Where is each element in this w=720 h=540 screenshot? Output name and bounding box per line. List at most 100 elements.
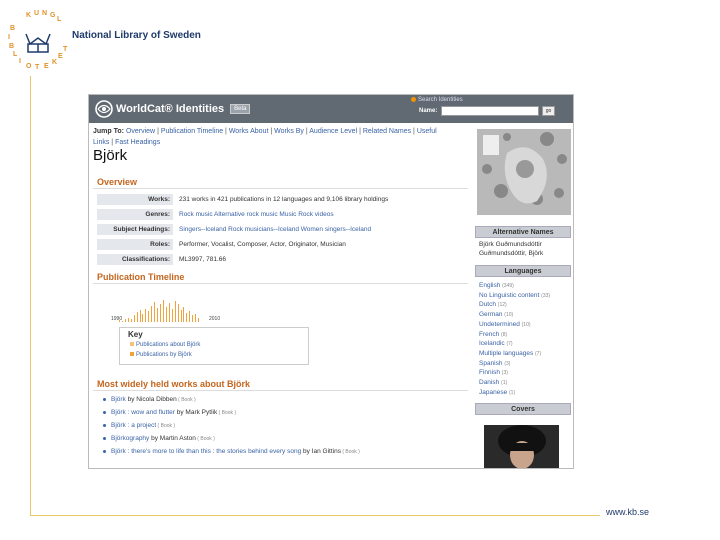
key-label-by: Publications by Björk <box>136 352 192 358</box>
work-title-link[interactable]: Björk : wow and flutter <box>111 409 175 416</box>
key-title: Key <box>128 330 143 339</box>
timeline-bar <box>148 311 150 322</box>
language-item[interactable]: Finnish (3) <box>479 369 508 376</box>
worldcat-title: WorldCat® Identities <box>116 103 225 115</box>
worldcat-logo[interactable]: WorldCat® Identities Beta <box>95 100 251 118</box>
alt-name-item: Björk Guðmundsdóttir <box>479 241 542 248</box>
svg-text:N: N <box>42 10 47 17</box>
timeline-bar <box>136 312 138 322</box>
cover-image[interactable] <box>484 425 559 469</box>
language-name: No Linguistic content <box>479 291 540 299</box>
jump-link-timeline[interactable]: Publication Timeline <box>161 128 223 135</box>
language-name: Finnish <box>479 369 500 377</box>
language-item[interactable]: Spanish (3) <box>479 360 510 367</box>
works-title: Most widely held works about Björk <box>97 379 251 389</box>
languages-header: Languages <box>475 265 571 277</box>
jump-link-works-by[interactable]: Works By <box>274 128 304 135</box>
timeline-bar <box>195 314 197 322</box>
bjork-poster-image <box>477 129 571 215</box>
overview-row-value[interactable]: Singers--Iceland Rock musicians--Iceland… <box>179 224 371 235</box>
language-item[interactable]: English (349) <box>479 282 514 289</box>
go-button[interactable]: go <box>542 106 555 116</box>
work-title-link[interactable]: Björk <box>111 396 126 403</box>
timeline-year-start: 1990 <box>111 316 123 322</box>
identity-name: Björk <box>93 147 128 164</box>
overview-row-label: Subject Headings: <box>97 224 173 235</box>
timeline-bar <box>192 315 194 322</box>
work-title-link[interactable]: Björkography <box>111 435 149 442</box>
language-count: (3) <box>501 370 508 377</box>
language-count: (10) <box>521 321 531 328</box>
timeline-bar <box>165 306 167 322</box>
svg-text:E: E <box>44 63 49 70</box>
footer-url[interactable]: www.kb.se <box>606 507 649 517</box>
work-author: by Martin Aston <box>149 435 196 442</box>
timeline-divider <box>93 283 468 284</box>
key-item-by[interactable]: Publications by Björk <box>130 352 192 358</box>
svg-text:T: T <box>63 46 68 53</box>
language-count: (1) <box>501 380 508 386</box>
timeline-bar <box>183 306 185 322</box>
svg-text:G: G <box>50 12 56 19</box>
language-item[interactable]: No Linguistic content (33) <box>479 292 550 299</box>
language-name: Undetermined <box>479 320 520 328</box>
work-title-link[interactable]: Björk : a project <box>111 422 156 429</box>
language-item[interactable]: French (8) <box>479 331 507 338</box>
jump-link-works-about[interactable]: Works About <box>229 128 269 135</box>
language-name: German <box>479 311 503 319</box>
overview-row-value[interactable]: Rock music Alternative rock music Music … <box>179 209 334 220</box>
jump-to-nav: Jump To: Overview | Publication Timeline… <box>93 128 437 146</box>
timeline-bar <box>142 314 144 322</box>
language-count: (7) <box>535 350 542 357</box>
work-format: ( Book ) <box>217 410 237 416</box>
overview-row-label: Works: <box>97 194 173 205</box>
jump-link-fast-headings[interactable]: Fast Headings <box>115 139 160 146</box>
svg-text:L: L <box>13 51 18 58</box>
language-item[interactable]: German (10) <box>479 311 513 318</box>
language-count: (8) <box>501 331 508 338</box>
name-search-input[interactable] <box>441 106 539 116</box>
overview-row-label: Classifications: <box>97 254 173 265</box>
jump-link-related-names[interactable]: Related Names <box>363 128 411 135</box>
work-title-link[interactable]: Björk : there's more to life than this :… <box>111 448 301 455</box>
timeline-bar <box>186 313 188 322</box>
worldcat-screenshot: WorldCat® Identities Beta Search Identit… <box>88 94 574 469</box>
timeline-bar <box>180 309 182 322</box>
bullet-icon <box>103 436 106 440</box>
work-format: ( Book ) <box>340 449 360 455</box>
timeline-bar <box>127 317 129 322</box>
language-item[interactable]: Japanese (1) <box>479 389 515 396</box>
bullet-icon <box>103 410 106 414</box>
overview-row-value: ML3997, 781.66 <box>179 256 226 263</box>
language-item[interactable]: Dutch (12) <box>479 301 507 308</box>
overview-row: Works: 231 works in 421 publications in 1… <box>97 194 469 205</box>
language-item[interactable]: Undetermined (10) <box>479 321 531 328</box>
key-item-about[interactable]: Publications about Björk <box>130 342 200 348</box>
timeline-bar <box>157 307 159 322</box>
language-count: (7) <box>506 341 513 348</box>
jump-link-overview[interactable]: Overview <box>126 128 155 135</box>
svg-text:E: E <box>58 53 63 60</box>
name-label: Name: <box>419 108 438 114</box>
timeline-bar <box>177 304 179 322</box>
timeline-chart <box>119 300 201 322</box>
slide: KUNGL BIBLIOTEKET National Library of Sw… <box>0 0 720 540</box>
timeline-year-end: 2010 <box>209 316 221 322</box>
language-item[interactable]: Icelandic (7) <box>479 340 513 347</box>
work-item: Björk : a project ( Book ) <box>103 422 175 429</box>
work-author: by Nicola Dibben <box>125 396 177 403</box>
svg-text:T: T <box>35 64 40 70</box>
beta-badge: Beta <box>230 104 251 114</box>
timeline-bar <box>198 317 200 322</box>
language-item[interactable]: Multiple languages (7) <box>479 350 541 357</box>
alt-name-item: Guðmundsdóttir, Björk <box>479 250 544 257</box>
overview-row: Roles: Performer, Vocalist, Composer, Act… <box>97 239 469 250</box>
overview-row-value: Performer, Vocalist, Composer, Actor, Or… <box>179 241 346 248</box>
timeline-bar <box>130 319 132 322</box>
worldcat-header: WorldCat® Identities Beta Search Identit… <box>89 95 573 123</box>
jump-link-audience-level[interactable]: Audience Level <box>309 128 357 135</box>
search-bullet-icon <box>411 97 416 102</box>
language-item[interactable]: Danish (1) <box>479 379 507 386</box>
timeline-bar <box>124 318 126 322</box>
svg-text:B: B <box>10 25 15 32</box>
